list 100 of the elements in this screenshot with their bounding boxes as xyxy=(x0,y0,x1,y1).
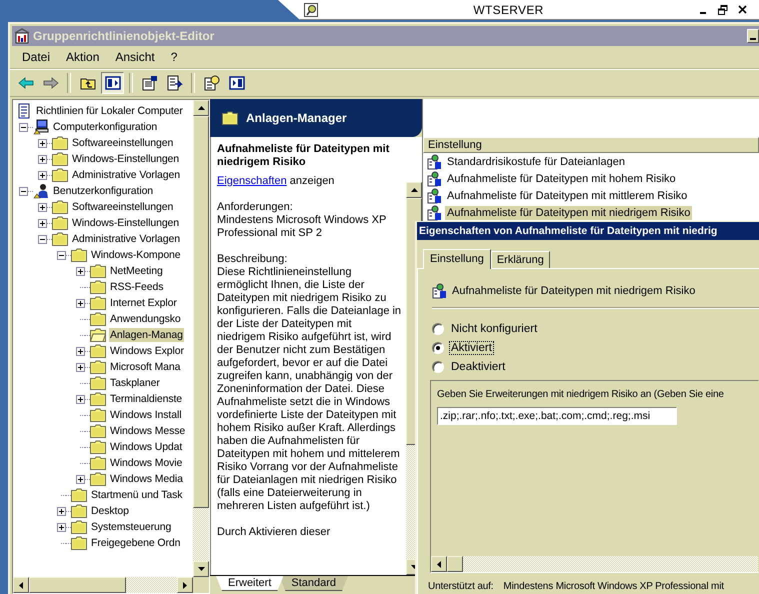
menu-item[interactable]: ? xyxy=(162,48,186,66)
radio-label[interactable]: Deaktiviert xyxy=(449,360,508,374)
expander-toggle[interactable] xyxy=(38,138,47,148)
menu-item[interactable]: Datei xyxy=(14,48,58,66)
radio-label[interactable]: Nicht konfiguriert xyxy=(449,322,540,336)
policy-scroll-icon xyxy=(16,103,32,119)
requirements-text: Mindestens Microsoft Windows XP Professional mit SP 2 xyxy=(217,214,388,240)
tree-item[interactable]: Benutzerkonfiguration xyxy=(52,184,154,198)
tree-item[interactable]: Freigegebene Ordn xyxy=(90,536,182,550)
toolbar-button[interactable] xyxy=(101,72,124,94)
minimize-button[interactable] xyxy=(747,29,759,43)
supported-value: Mindestens Microsoft Windows XP Professional mit xyxy=(503,581,724,592)
tree-item[interactable]: Taskplaner xyxy=(109,376,161,390)
properties-link[interactable]: Eigenschaften xyxy=(217,175,287,187)
scroll-thumb[interactable] xyxy=(447,556,463,572)
tree-item[interactable]: Richtlinien für Lokaler Computer xyxy=(35,104,184,118)
window-title: Gruppenrichtlinienobjekt-Editor xyxy=(33,29,214,43)
up-arrow-icon xyxy=(410,188,418,192)
tree-item[interactable]: Desktop xyxy=(90,504,130,518)
dialog-tab[interactable]: Einstellung xyxy=(423,249,491,269)
menu-item[interactable]: Aktion xyxy=(58,48,108,66)
horizontal-scrollbar[interactable] xyxy=(431,556,758,572)
tree-item[interactable]: Windows Install xyxy=(109,408,182,422)
setting-row[interactable]: Aufnahmeliste für Dateitypen mit hohem Risiko xyxy=(445,172,678,186)
tree-item[interactable]: RSS-Feeds xyxy=(109,280,164,294)
setting-row[interactable]: Aufnahmeliste für Dateitypen mit mittlerem Risiko xyxy=(445,188,690,202)
tree-item[interactable]: Windows-Einstellungen xyxy=(71,216,180,230)
radio-label[interactable]: Aktiviert xyxy=(449,340,494,354)
tree-item[interactable]: NetMeeting xyxy=(109,264,164,278)
right-arrow-icon xyxy=(183,582,187,588)
expander-toggle[interactable] xyxy=(38,202,47,212)
description-text: Durch Aktivieren dieser xyxy=(217,526,332,539)
tree-item[interactable]: Internet Explor xyxy=(109,296,178,310)
view-tab[interactable]: Erweitert xyxy=(216,576,284,591)
scroll-left-button[interactable] xyxy=(13,577,29,593)
properties-icon xyxy=(142,75,158,91)
expander-toggle[interactable] xyxy=(19,186,28,196)
tree-item[interactable]: Windows Media xyxy=(109,472,184,486)
expander-toggle[interactable] xyxy=(57,522,66,532)
tree-item[interactable]: Startmenü und Task xyxy=(90,488,184,502)
scroll-left-button[interactable] xyxy=(431,556,447,572)
expander-toggle[interactable] xyxy=(38,154,47,164)
expander-toggle[interactable] xyxy=(38,234,47,244)
tree-item[interactable]: Microsoft Mana xyxy=(109,360,182,374)
vertical-scrollbar[interactable] xyxy=(193,100,209,577)
tree-item[interactable]: Softwareeinstellungen xyxy=(71,136,174,150)
dialog-tab[interactable]: Erklärung xyxy=(490,251,550,268)
tree-item[interactable]: Windows-Kompone xyxy=(90,248,182,262)
scroll-up-button[interactable] xyxy=(406,182,422,198)
expander-toggle[interactable] xyxy=(76,298,85,308)
expander-toggle[interactable] xyxy=(57,250,66,260)
expander-toggle[interactable] xyxy=(76,346,85,356)
scroll-up-button[interactable] xyxy=(193,100,209,116)
policy-setting-icon xyxy=(427,188,443,204)
tree-item[interactable]: Anlagen-Manag xyxy=(109,328,184,342)
description-text: Diese Richtlinieneinstellung ermöglicht Ihnen, die Liste der Dateitypen mit niedrigem Risiko zu konfigurieren. Falls die Dateianlage in der Liste der Dateitypen mit niedrigem Risiko aufgeführt ist, wird der Benutzer nicht zum Bestätigen aufgefordert, bevor er auf die Datei zugreifen kann, unabhängig von der Zoneninformation der Datei. Diese Aufnahmeliste setzt die in Windows vordefinierte Liste der Dateitypen mit hohem Risiko außer Kraft. Allerdings haben die Aufnahmelisten für Dateitypen mit hohem und mittelerem Risiko Vorrang vor der Aufnahmeliste für Dateianlagen mit niedrigen Risiko (falls eine Dateierweiterung in mehreren Listen aufgeführt ist.) xyxy=(217,266,402,513)
column-header[interactable]: Einstellung xyxy=(423,137,759,153)
restore-icon[interactable] xyxy=(718,4,728,14)
tree-item[interactable]: Terminaldienste xyxy=(109,392,184,406)
help-icon xyxy=(204,75,220,91)
up-arrow-icon xyxy=(198,106,204,110)
expander-toggle[interactable] xyxy=(76,362,85,372)
extensions-field[interactable]: .zip;.rar;.nfo;.txt;.exe;.bat;.com;.cmd;.reg;.msi xyxy=(437,407,677,425)
expander-toggle[interactable] xyxy=(19,122,28,132)
policy-title: Aufnahmeliste für Dateitypen mit niedrigem Risiko xyxy=(217,143,390,169)
folder-icon xyxy=(222,111,238,125)
setting-row[interactable]: Standardrisikostufe für Dateianlagen xyxy=(445,154,627,168)
radio-button[interactable] xyxy=(432,360,444,372)
scroll-down-button[interactable] xyxy=(193,561,209,577)
tree-item[interactable]: Softwareeinstellungen xyxy=(71,200,174,214)
down-arrow-icon xyxy=(198,567,204,571)
tree-item[interactable]: Windows-Einstellungen xyxy=(71,152,180,166)
setting-row[interactable]: Aufnahmeliste für Dateitypen mit niedrigem Risiko xyxy=(445,206,692,220)
menu-item[interactable]: Ansicht xyxy=(107,48,163,66)
tree-item[interactable]: Windows Movie xyxy=(109,456,184,470)
expander-toggle[interactable] xyxy=(76,474,85,484)
tree-item[interactable]: Administrative Vorlagen xyxy=(71,168,182,182)
description-label: Beschreibung: xyxy=(217,253,288,266)
policy-setting-icon xyxy=(427,204,443,220)
expander-toggle[interactable] xyxy=(38,218,47,228)
tree-item[interactable]: Windows Messe xyxy=(109,424,186,438)
scroll-thumb[interactable] xyxy=(193,116,209,508)
tree-item[interactable]: Anwendungsko xyxy=(109,312,182,326)
tree-item[interactable]: Administrative Vorlagen xyxy=(71,232,182,246)
radio-button[interactable] xyxy=(432,342,444,354)
tree-item[interactable]: Systemsteuerung xyxy=(90,520,172,534)
expander-toggle[interactable] xyxy=(38,170,47,180)
tree-item[interactable]: Computerkonfiguration xyxy=(52,120,158,134)
radio-button[interactable] xyxy=(432,322,444,334)
expander-toggle[interactable] xyxy=(76,266,85,276)
horizontal-scrollbar[interactable] xyxy=(13,577,209,593)
view-tab[interactable]: Standard xyxy=(279,576,348,591)
tree-item[interactable]: Windows Explor xyxy=(109,344,185,358)
expander-toggle[interactable] xyxy=(76,394,85,404)
scroll-right-button[interactable] xyxy=(177,577,193,593)
close-icon[interactable] xyxy=(738,5,747,14)
expander-toggle[interactable] xyxy=(57,506,66,516)
scroll-thumb[interactable] xyxy=(29,577,126,593)
tree-item[interactable]: Windows Updat xyxy=(109,440,184,454)
back-arrow-icon xyxy=(18,75,34,91)
